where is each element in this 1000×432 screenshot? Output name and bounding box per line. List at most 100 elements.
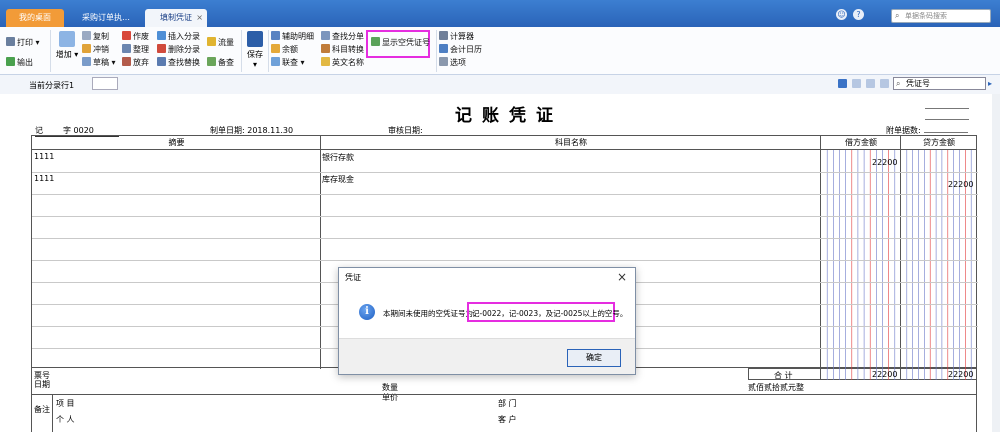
remark-label: 备注 (34, 405, 50, 414)
smiley-icon[interactable]: ☺ (836, 9, 847, 20)
empty-voucher-dialog: 凭证 × i 本期间未使用的空凭证号为： 记-0022，记-0023，及记-00… (338, 267, 636, 375)
draft-button[interactable]: 草稿 ▾ (82, 57, 116, 68)
voucher-search-input[interactable]: 凭证号 (893, 77, 986, 90)
prev-record-icon[interactable] (852, 79, 861, 88)
options-icon (439, 57, 448, 66)
show-empty-voucher-button[interactable]: 显示空凭证号 (371, 37, 430, 48)
tidy-icon (122, 44, 131, 53)
ok-button[interactable]: 确定 (567, 349, 621, 367)
calculator-button[interactable]: 计算器 (439, 31, 474, 42)
add-icon (59, 31, 75, 47)
row-divider (32, 260, 978, 261)
next-record-icon[interactable] (866, 79, 875, 88)
flow-icon (207, 37, 216, 46)
info-icon: i (359, 304, 375, 320)
save-button[interactable]: 保存 ▾ (244, 31, 266, 69)
insert-split-button[interactable]: 插入分录 (157, 31, 200, 42)
tab-label: 填制凭证 (160, 13, 192, 22)
aux-detail-button[interactable]: 辅助明细 (271, 31, 314, 42)
find-icon (321, 31, 330, 40)
divider (50, 30, 51, 72)
current-row-input[interactable] (92, 77, 118, 90)
barcode-search-input[interactable]: 单据条码搜索 (891, 9, 991, 23)
row-divider (32, 194, 978, 195)
find-replace-icon (157, 57, 166, 66)
abandon-button[interactable]: 放弃 (122, 57, 149, 68)
row-divider (32, 238, 978, 239)
draft-icon (82, 57, 91, 66)
tidy-button[interactable]: 整理 (122, 44, 149, 55)
row1-summary[interactable]: 1111 (34, 152, 54, 161)
footer-divider (32, 394, 976, 395)
link-icon (271, 57, 280, 66)
printer-icon (6, 37, 15, 46)
dialog-title: 凭证 (345, 273, 361, 282)
reverse-icon (82, 44, 91, 53)
close-icon[interactable]: × (196, 9, 203, 27)
project-label: 项 目 (56, 399, 75, 408)
ribbon-toolbar: 打印 ▾ 输出 增加 ▾ 复制 冲销 草稿 ▾ 作废 整理 放弃 插入分录 删除… (0, 27, 1000, 75)
row1-subject[interactable]: 银行存款 (322, 152, 354, 163)
column-divider (320, 136, 321, 369)
memo-button[interactable]: 备查 (207, 57, 234, 68)
person-label: 个 人 (56, 415, 75, 424)
options-button[interactable]: 选项 (439, 57, 466, 68)
sub-toolbar: 当前分录行1 凭证号 ▸ (0, 76, 1000, 94)
tab-my-desktop[interactable]: 我的桌面 (6, 9, 64, 27)
rule-line (925, 119, 969, 120)
export-button[interactable]: 输出 (6, 57, 33, 68)
help-icon[interactable]: ? (853, 9, 864, 20)
tab-label: 我的桌面 (19, 13, 51, 22)
remark-divider (52, 394, 53, 432)
flow-button[interactable]: 流量 (207, 37, 234, 48)
divider (241, 30, 242, 72)
linked-query-button[interactable]: 联查 ▾ (271, 57, 305, 68)
english-name-button[interactable]: 英文名称 (321, 57, 364, 68)
row2-summary[interactable]: 1111 (34, 174, 54, 183)
voucher-title: 记账凭证 (455, 106, 563, 126)
close-icon[interactable]: × (617, 270, 627, 284)
delete-row-icon (157, 44, 166, 53)
current-row-label: 当前分录行1 (29, 81, 75, 90)
top-icons: ☺? (836, 9, 870, 20)
copy-icon (82, 31, 91, 40)
find-split-button[interactable]: 查找分单 (321, 31, 364, 42)
memo-icon (207, 57, 216, 66)
rule-line (925, 108, 969, 109)
search-go-icon[interactable]: ▸ (988, 79, 992, 88)
divider (436, 30, 437, 72)
calendar-button[interactable]: 会计日历 (439, 44, 482, 55)
row2-subject[interactable]: 库存现金 (322, 174, 354, 185)
dialog-empty-numbers: 记-0022，记-0023，及记-0025以上的空号。 (472, 309, 628, 318)
date-label: 日期 (34, 380, 50, 389)
show-empty-icon (371, 37, 380, 46)
row2-credit[interactable]: 22200 (948, 180, 973, 189)
tab-fill-voucher[interactable]: 填制凭证 × (145, 9, 207, 27)
void-button[interactable]: 作废 (122, 31, 149, 42)
last-record-icon[interactable] (880, 79, 889, 88)
col-credit-header: 贷方金额 (901, 136, 977, 150)
divider (268, 30, 269, 72)
copy-button[interactable]: 复制 (82, 31, 109, 42)
subject-convert-button[interactable]: 科目转换 (321, 44, 364, 55)
attachments-field[interactable] (924, 132, 968, 133)
reverse-button[interactable]: 冲销 (82, 44, 109, 55)
find-replace-button[interactable]: 查找替换 (157, 57, 200, 68)
voucher-footer: 票号 日期 数量 单价 合 计 22200 22200 贰佰贰拾贰元整 备注 项… (31, 368, 977, 432)
tab-purchase-order[interactable]: 采购订单执… (68, 9, 144, 27)
delete-split-button[interactable]: 删除分录 (157, 44, 200, 55)
col-subject-header: 科目名称 (321, 136, 821, 150)
title-bar: 我的桌面 采购订单执… 填制凭证 × ☺? 单据条码搜索 (0, 0, 1000, 27)
first-record-icon[interactable] (838, 79, 847, 88)
add-button[interactable]: 增加 ▾ (54, 31, 80, 60)
amount-in-words: 贰佰贰拾贰元整 (748, 383, 804, 392)
row1-debit[interactable]: 22200 (872, 158, 897, 167)
dialog-footer: 确定 (339, 338, 635, 374)
total-label: 合 计 (774, 371, 793, 380)
vertical-scrollbar[interactable] (992, 94, 1000, 432)
total-credit: 22200 (948, 370, 974, 379)
balance-button[interactable]: 余额 (271, 44, 298, 55)
void-icon (122, 31, 131, 40)
print-button[interactable]: 打印 ▾ (6, 37, 40, 48)
save-icon (247, 31, 263, 47)
